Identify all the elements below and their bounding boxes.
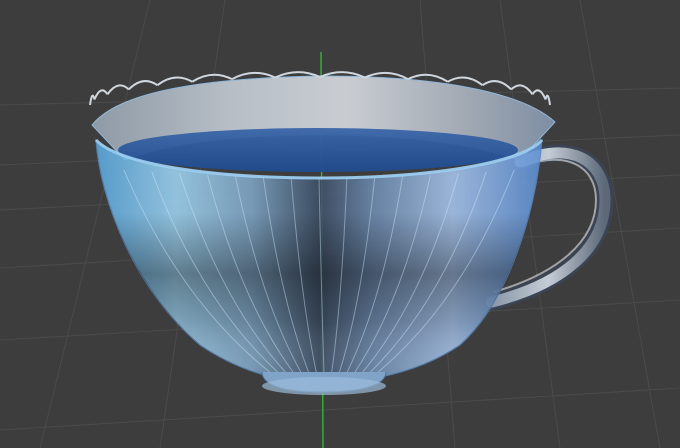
rim-scallop	[128, 80, 158, 91]
rim-scallop	[482, 80, 512, 91]
scene-canvas[interactable]	[0, 0, 680, 448]
rim-scallop	[106, 84, 130, 95]
rim-scallop	[510, 84, 534, 95]
rim-scallop	[544, 94, 551, 106]
rim-scallop	[447, 76, 484, 86]
cup-body-shading	[96, 140, 542, 383]
rim-scallop	[89, 94, 96, 106]
rim-scallop	[93, 89, 109, 100]
rim-scallop	[156, 76, 193, 86]
3d-viewport[interactable]	[0, 0, 680, 448]
cup-foot	[261, 371, 387, 395]
liquid-surface	[118, 128, 518, 172]
